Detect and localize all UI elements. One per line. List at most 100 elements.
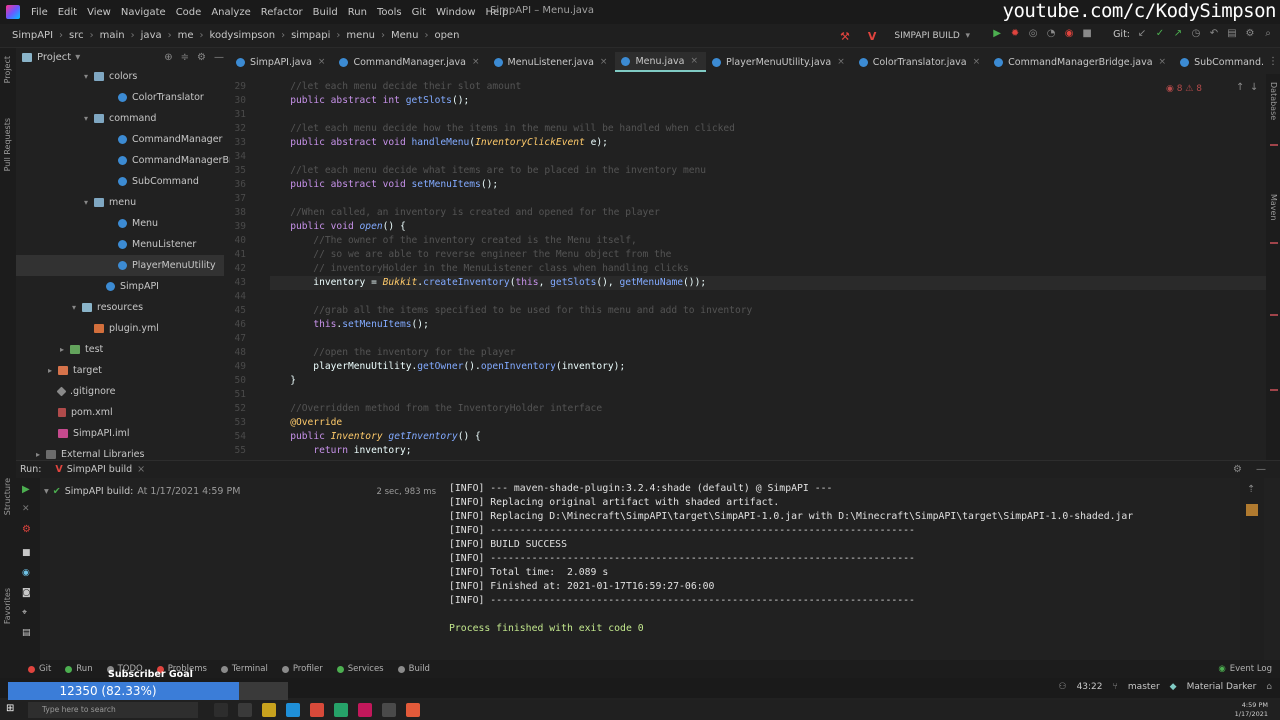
menu-item-run[interactable]: Run (343, 7, 372, 18)
inspection-errors-icon[interactable]: ◉ 8 ⚠ 8 (1166, 84, 1202, 94)
hide-icon[interactable]: — (1256, 464, 1266, 475)
project-tree-item[interactable]: ▸ test (60, 339, 103, 360)
next-highlight-icon[interactable]: ↓ (1250, 82, 1258, 93)
project-tree-item[interactable]: MenuListener (108, 234, 196, 255)
stop-icon[interactable]: ■ (1081, 28, 1093, 40)
intellij-taskbar-icon[interactable] (406, 703, 420, 717)
project-tree-item[interactable]: Menu (108, 213, 158, 234)
theme-name[interactable]: Material Darker (1187, 682, 1257, 692)
taskbar-clock[interactable]: 4:59 PM 1/17/2021 (1235, 701, 1268, 719)
chrome-icon[interactable] (310, 703, 324, 717)
hide-icon[interactable]: — (214, 52, 224, 63)
task-view-icon[interactable] (214, 703, 228, 717)
menu-item-tools[interactable]: Tools (372, 7, 407, 18)
debug-icon[interactable]: ✹ (1009, 28, 1021, 40)
run-tab-simpapi-build[interactable]: V SimpAPI build × (55, 464, 145, 475)
project-tree-item[interactable]: ColorTranslator (108, 87, 204, 108)
lock-icon[interactable]: ⌂ (1266, 682, 1272, 692)
rollback-icon[interactable]: ↶ (1208, 28, 1220, 40)
menu-item-analyze[interactable]: Analyze (206, 7, 255, 18)
tabs-overflow-icon[interactable]: ⋮ (1268, 56, 1278, 67)
project-tree-item[interactable]: ▾ resources (72, 297, 143, 318)
stop-icon[interactable]: ✕ (22, 504, 30, 514)
tree-expand-icon[interactable]: ▾ (84, 198, 94, 207)
collapse-all-icon[interactable]: ≑ (181, 52, 189, 63)
layout-icon[interactable]: ▤ (1226, 28, 1238, 40)
project-tree-item[interactable]: CommandManagerBridg (108, 150, 248, 171)
editor-tab[interactable]: CommandManagerBridge.java × (988, 52, 1174, 72)
event-log-button[interactable]: ◉ Event Log (1218, 664, 1272, 674)
project-tree-item[interactable]: .gitignore (48, 381, 115, 402)
camera-icon[interactable]: ◙ (22, 588, 31, 598)
profile-icon[interactable]: ◔ (1045, 28, 1057, 40)
project-tree-item[interactable]: SimpAPI (96, 276, 159, 297)
options-gear-icon[interactable]: ⚙ (1233, 464, 1242, 475)
tool-window-services[interactable]: Services (336, 664, 384, 674)
project-tree-item[interactable]: ▸ target (48, 360, 102, 381)
project-tree-item[interactable]: SimpAPI.iml (48, 423, 130, 444)
breadcrumb-item[interactable]: open (428, 30, 459, 41)
explorer-icon[interactable] (238, 703, 252, 717)
git-fetch-icon[interactable]: ↙ (1136, 28, 1148, 40)
menu-item-view[interactable]: View (82, 7, 116, 18)
git-branch[interactable]: master (1128, 682, 1160, 692)
close-tab-icon[interactable]: × (1159, 57, 1167, 67)
scroll-up-icon[interactable]: ⇡ (1247, 484, 1255, 495)
structure-tool-tab[interactable]: Structure (3, 478, 12, 515)
windows-start-icon[interactable]: ⊞ (6, 703, 18, 715)
menu-item-git[interactable]: Git (407, 7, 431, 18)
rerun-icon[interactable]: ▶ (22, 484, 30, 495)
stop-build-icon[interactable]: ■ (22, 548, 31, 558)
menu-item-file[interactable]: File (26, 7, 53, 18)
editor-tab[interactable]: MenuListener.java × (488, 52, 616, 72)
close-tab-icon[interactable]: × (472, 57, 480, 67)
close-tab-icon[interactable]: × (690, 56, 698, 66)
breadcrumb-item[interactable]: simpapi (285, 30, 330, 41)
close-icon[interactable]: × (137, 464, 145, 475)
project-tree-item[interactable]: PlayerMenuUtility (16, 255, 224, 276)
view-icon[interactable]: ◉ (22, 568, 30, 578)
tree-expand-icon[interactable]: ▸ (60, 345, 70, 354)
code-editor[interactable]: 29 30 31 32 33 34 35 36 37 38 39 40 41 42 43 44 45 46 47 48… (230, 74, 1266, 460)
pull-requests-tool-tab[interactable]: Pull Requests (3, 118, 12, 171)
project-tree-item[interactable]: ▾ menu (84, 192, 136, 213)
coverage-icon[interactable]: ◎ (1027, 28, 1039, 40)
project-tree-item[interactable]: CommandManager (108, 129, 222, 150)
search-icon[interactable]: ⌕ (1262, 28, 1274, 40)
menu-item-navigate[interactable]: Navigate (116, 7, 171, 18)
close-tab-icon[interactable]: × (837, 57, 845, 67)
taskbar-search[interactable]: Type here to search (28, 702, 198, 718)
breadcrumb-item[interactable]: kodysimpson (204, 30, 276, 41)
app-icon[interactable] (358, 703, 372, 717)
prev-highlight-icon[interactable]: ↑ (1236, 82, 1244, 93)
build-tree-item[interactable]: ▾ ✔ SimpAPI build: At 1/17/2021 4:59 PM (44, 486, 240, 497)
project-tool-tab[interactable]: Project (3, 56, 12, 83)
project-tree-item[interactable]: SubCommand (108, 171, 199, 192)
breadcrumb-item[interactable]: java (135, 30, 162, 41)
settings-icon[interactable]: ⚙ (22, 524, 31, 535)
editor-tab[interactable]: Menu.java × (615, 52, 707, 72)
editor-tab[interactable]: SimpAPI.java × (230, 52, 333, 72)
breadcrumb-item[interactable]: SimpAPI (0, 30, 53, 41)
breadcrumb-item[interactable]: me (172, 30, 194, 41)
cursor-position[interactable]: 43:22 (1077, 682, 1103, 692)
profiler-icon[interactable]: ◉ (1063, 28, 1075, 40)
layout-icon[interactable]: ▤ (22, 628, 31, 638)
store-icon[interactable] (286, 703, 300, 717)
editor-tab[interactable]: CommandManager.java × (333, 52, 487, 72)
folder-icon[interactable] (262, 703, 276, 717)
favorites-tool-tab[interactable]: Favorites (3, 588, 12, 624)
git-push-icon[interactable]: ↗ (1172, 28, 1184, 40)
tree-expand-icon[interactable]: ▾ (72, 303, 82, 312)
menu-item-build[interactable]: Build (308, 7, 343, 18)
build-console[interactable]: [INFO] --- maven-shade-plugin:3.2.4:shad… (440, 478, 1240, 660)
maven-tool-tab[interactable]: Maven (1269, 194, 1278, 221)
breadcrumb-item[interactable]: Menu (385, 30, 418, 41)
app-icon[interactable] (334, 703, 348, 717)
menu-item-refactor[interactable]: Refactor (256, 7, 308, 18)
database-tool-tab[interactable]: Database (1269, 82, 1278, 120)
error-stripe-mark[interactable] (1270, 242, 1278, 244)
git-commit-icon[interactable]: ✓ (1154, 28, 1166, 40)
run-config-selector[interactable]: ⚒ V SIMPAPI BUILD ▾ (840, 28, 970, 44)
project-tree-item[interactable]: pom.xml (48, 402, 113, 423)
